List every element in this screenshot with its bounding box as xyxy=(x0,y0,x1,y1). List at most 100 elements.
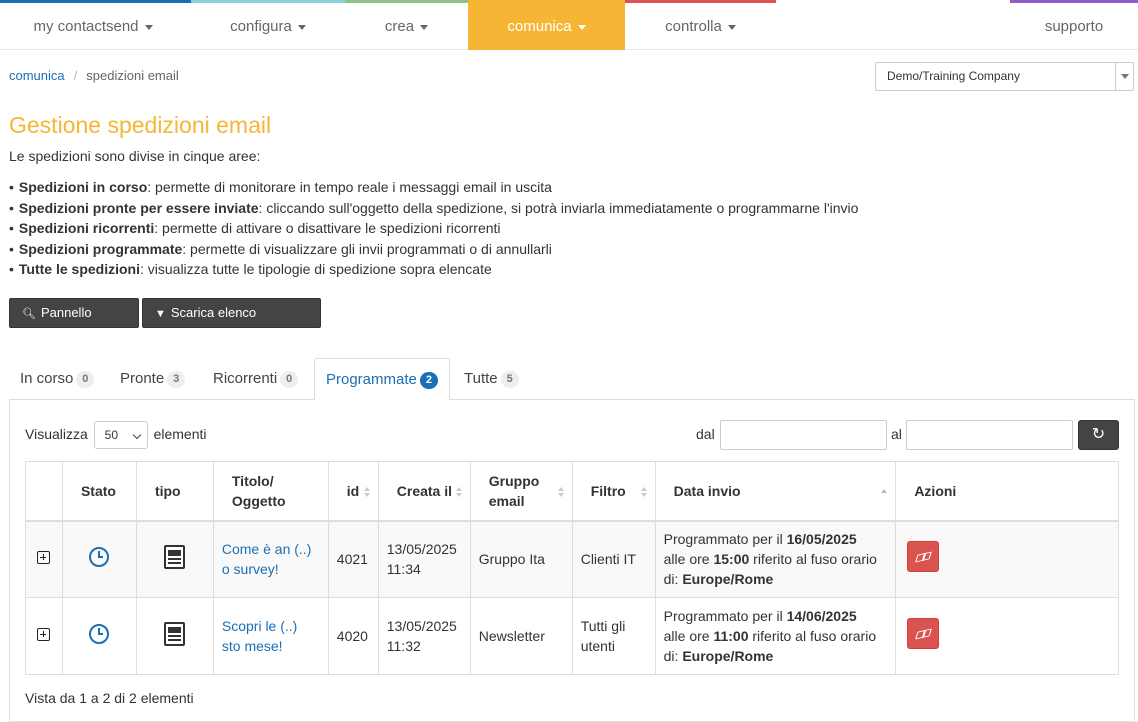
column-header-azioni: Azioni xyxy=(895,461,1119,522)
breadcrumb-link-comunica[interactable]: comunica xyxy=(9,68,65,83)
page-size-select[interactable]: 50 xyxy=(93,421,148,450)
newsletter-doc-icon xyxy=(164,621,186,646)
nav-crea[interactable]: crea xyxy=(345,0,468,50)
column-header-label: Creata il xyxy=(396,482,453,499)
list-item: Spedizioni programmate: permette di visu… xyxy=(9,239,858,260)
expand-icon[interactable] xyxy=(37,551,51,565)
tab-tutte[interactable]: Tutte 5 xyxy=(453,358,530,400)
cancel-schedule-button[interactable] xyxy=(907,541,940,573)
filter-cell: Clienti IT xyxy=(571,520,656,598)
column-header-gruppo[interactable]: Gruppo email xyxy=(469,461,573,522)
shipments-table: Stato tipo Titolo/ Oggetto id Creata il … xyxy=(25,461,1119,675)
refresh-button[interactable]: ↻ xyxy=(1078,420,1119,450)
group-cell: Newsletter xyxy=(469,597,573,675)
nav-controlla[interactable]: controlla xyxy=(625,0,776,50)
column-header-label: Data invio xyxy=(673,482,741,499)
eraser-icon xyxy=(915,551,933,563)
send-date-cell: Programmato per il 16/05/2025 alle ore 1… xyxy=(654,520,897,598)
title-cell: Scopri le (..) sto mese! xyxy=(212,597,329,675)
send-mid: alle ore xyxy=(663,628,710,644)
chevron-down-icon xyxy=(144,24,153,30)
search-panel-button[interactable]: 🔍︎ Pannello ricerca xyxy=(9,298,139,349)
actions-cell xyxy=(895,520,1119,598)
tab-pronte[interactable]: Pronte 3 xyxy=(109,358,196,400)
status-cell xyxy=(61,597,137,675)
column-header-label: Gruppo email xyxy=(488,472,540,509)
chevron-down-icon xyxy=(727,24,736,30)
sort-icon xyxy=(640,487,647,497)
send-mid: alle ore xyxy=(663,551,710,568)
table-header-row: Stato tipo Titolo/ Oggetto id Creata il … xyxy=(25,461,1119,522)
expand-cell xyxy=(25,520,63,598)
tab-ricorrenti[interactable]: Ricorrenti 0 xyxy=(202,358,309,400)
top-navbar: my contactsend configura crea comunica c… xyxy=(0,0,1138,50)
page-intro: Le spedizioni sono divise in cinque aree… xyxy=(9,148,261,164)
id-cell: 4021 xyxy=(327,520,379,598)
type-cell xyxy=(135,520,214,598)
company-select-value: Demo/Training Company xyxy=(887,69,1020,83)
count-badge: 0 xyxy=(280,371,299,388)
column-header-titolo[interactable]: Titolo/ Oggetto xyxy=(212,461,329,522)
created-cell: 13/05/2025 11:32 xyxy=(377,597,471,675)
expand-cell xyxy=(25,597,63,675)
column-header-expand xyxy=(25,461,63,522)
sort-icon xyxy=(455,487,462,497)
count-badge: 0 xyxy=(76,371,95,388)
nav-comunica[interactable]: comunica xyxy=(468,0,625,50)
table-row: Scopri le (..) sto mese! 4020 13/05/2025… xyxy=(25,597,1119,675)
nav-label: crea xyxy=(384,18,415,35)
nav-label: controlla xyxy=(665,18,722,35)
breadcrumb-current: spedizioni email xyxy=(86,68,179,83)
column-header-id[interactable]: id xyxy=(327,461,379,522)
column-header-creata[interactable]: Creata il xyxy=(377,461,471,522)
column-header-tipo: tipo xyxy=(135,461,214,522)
date-to-label: al xyxy=(891,426,902,442)
area-desc: : permette di visualizzare gli invii pro… xyxy=(182,240,552,257)
clock-icon xyxy=(89,623,110,644)
send-time: 15:00 xyxy=(713,551,750,568)
sort-icon xyxy=(363,487,370,497)
table-info: Vista da 1 a 2 di 2 elementi xyxy=(25,690,194,706)
shipment-title-link[interactable]: Come è an (..) o survey! xyxy=(222,541,311,577)
date-from-input[interactable] xyxy=(720,420,887,450)
column-header-filtro[interactable]: Filtro xyxy=(571,461,656,522)
nav-label: configura xyxy=(230,18,292,35)
shipment-title-link[interactable]: Scopri le (..) sto mese! xyxy=(222,618,297,654)
nav-my-contactsend[interactable]: my contactsend xyxy=(0,0,186,50)
tab-programmate[interactable]: Programmate 2 xyxy=(314,358,450,401)
chevron-down-icon xyxy=(577,24,586,30)
tab-label: Programmate xyxy=(326,371,417,388)
cancel-schedule-button[interactable] xyxy=(907,618,940,649)
list-item: Spedizioni in corso: permette di monitor… xyxy=(9,177,858,198)
tab-in-corso[interactable]: In corso 0 xyxy=(9,358,105,400)
count-badge: 3 xyxy=(167,371,186,388)
clock-icon xyxy=(89,546,110,567)
sort-asc-icon xyxy=(881,489,888,493)
column-header-stato: Stato xyxy=(61,461,137,522)
send-prefix: Programmato per il xyxy=(663,608,783,624)
eraser-icon xyxy=(915,628,933,640)
expand-icon[interactable] xyxy=(37,628,51,641)
send-date: 14/06/2025 xyxy=(786,608,857,624)
nav-label: comunica xyxy=(507,18,572,35)
area-name: Spedizioni ricorrenti xyxy=(18,220,155,237)
status-cell xyxy=(61,520,137,598)
shipment-tabs: In corso 0 Pronte 3 Ricorrenti 0 Programmat… xyxy=(9,358,1135,401)
filter-cell: Tutti gli utenti xyxy=(571,597,656,675)
area-name: Spedizioni pronte per essere inviate xyxy=(18,199,259,216)
download-list-button[interactable]: ▼ Scarica elenco spedizioni xyxy=(142,298,321,349)
chevron-down-icon xyxy=(297,24,306,30)
date-to-input[interactable] xyxy=(906,420,1073,450)
search-icon: 🔍︎ xyxy=(22,308,36,320)
table-row: Come è an (..) o survey! 4021 13/05/2025… xyxy=(25,520,1119,598)
column-header-label: id xyxy=(346,482,360,499)
list-item: Tutte le spedizioni: visualizza tutte le… xyxy=(9,259,858,280)
list-item: Spedizioni pronte per essere inviate: cl… xyxy=(9,198,859,219)
column-header-label: Filtro xyxy=(590,482,626,499)
column-header-data-invio[interactable]: Data invio xyxy=(654,461,897,522)
send-date: 16/05/2025 xyxy=(786,531,857,548)
nav-configura[interactable]: configura xyxy=(191,0,345,50)
nav-supporto[interactable]: supporto xyxy=(1010,0,1138,50)
send-timezone: Europe/Rome xyxy=(682,571,774,588)
company-select[interactable]: Demo/Training Company xyxy=(875,62,1134,91)
